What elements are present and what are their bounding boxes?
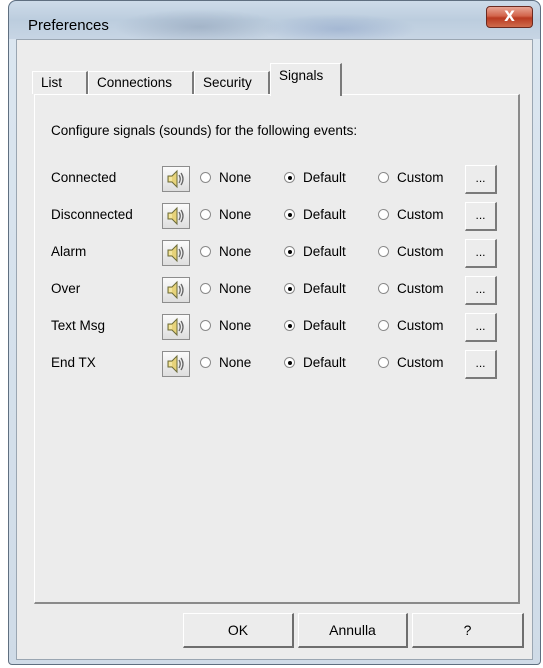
radio-none[interactable]: None — [200, 318, 251, 333]
signal-event-label: Alarm — [51, 244, 87, 259]
radio-button[interactable] — [378, 172, 389, 183]
title-bar[interactable]: Preferences X — [9, 1, 540, 39]
signals-panel: Configure signals (sounds) for the follo… — [34, 94, 520, 604]
radio-custom[interactable]: Custom — [378, 318, 444, 333]
radio-custom[interactable]: Custom — [378, 207, 444, 222]
radio-button[interactable] — [378, 357, 389, 368]
radio-custom-label: Custom — [397, 244, 444, 259]
signal-row: Disconnected None Default Custom... — [35, 201, 515, 231]
radio-default[interactable]: Default — [284, 318, 346, 333]
radio-none-label: None — [219, 244, 252, 259]
radio-custom-label: Custom — [397, 170, 444, 185]
radio-custom-label: Custom — [397, 355, 444, 370]
radio-none-label: None — [219, 281, 252, 296]
radio-default[interactable]: Default — [284, 281, 346, 296]
signal-event-label: Connected — [51, 170, 117, 185]
radio-button[interactable] — [378, 246, 389, 257]
radio-custom[interactable]: Custom — [378, 170, 444, 185]
radio-default-label: Default — [303, 318, 346, 333]
preferences-window: Preferences X List Connections Security … — [8, 0, 541, 665]
radio-button[interactable] — [200, 209, 211, 220]
radio-default[interactable]: Default — [284, 355, 346, 370]
radio-default-label: Default — [303, 207, 346, 222]
tab-security[interactable]: Security — [194, 71, 270, 94]
radio-none-label: None — [219, 355, 252, 370]
ok-button[interactable]: OK — [183, 613, 294, 648]
radio-default[interactable]: Default — [284, 170, 346, 185]
radio-none-label: None — [219, 170, 252, 185]
radio-button[interactable] — [378, 320, 389, 331]
signal-row: Connected None Default Custom... — [35, 164, 515, 194]
signal-event-label: Disconnected — [51, 207, 133, 222]
browse-sound-button[interactable]: ... — [465, 202, 497, 231]
play-sound-button[interactable] — [162, 351, 190, 377]
signal-row: End TX None Default Custom... — [35, 349, 515, 379]
signal-event-label: End TX — [51, 355, 96, 370]
radio-button[interactable] — [200, 283, 211, 294]
window-title: Preferences — [28, 17, 109, 34]
tab-list[interactable]: List — [32, 71, 88, 94]
signal-event-label: Over — [51, 281, 81, 296]
play-sound-button[interactable] — [162, 166, 190, 192]
radio-default-label: Default — [303, 170, 346, 185]
radio-none[interactable]: None — [200, 281, 251, 296]
radio-none-label: None — [219, 207, 252, 222]
tab-signals[interactable]: Signals — [270, 63, 342, 96]
radio-custom[interactable]: Custom — [378, 281, 444, 296]
radio-button[interactable] — [378, 283, 389, 294]
play-sound-button[interactable] — [162, 314, 190, 340]
browse-sound-button[interactable]: ... — [465, 276, 497, 305]
close-button[interactable]: X — [486, 6, 533, 28]
radio-none[interactable]: None — [200, 170, 251, 185]
radio-button[interactable] — [284, 246, 295, 257]
radio-none-label: None — [219, 318, 252, 333]
radio-none[interactable]: None — [200, 207, 251, 222]
radio-default-label: Default — [303, 355, 346, 370]
radio-default-label: Default — [303, 244, 346, 259]
radio-none[interactable]: None — [200, 355, 251, 370]
radio-button[interactable] — [284, 209, 295, 220]
radio-button[interactable] — [284, 357, 295, 368]
radio-default[interactable]: Default — [284, 244, 346, 259]
signals-intro-text: Configure signals (sounds) for the follo… — [51, 123, 358, 138]
dialog-client-area: List Connections Security Signals Config… — [16, 39, 533, 660]
cancel-button[interactable]: Annulla — [298, 613, 408, 648]
help-button[interactable]: ? — [412, 613, 524, 648]
radio-custom[interactable]: Custom — [378, 355, 444, 370]
radio-button[interactable] — [284, 172, 295, 183]
play-sound-button[interactable] — [162, 277, 190, 303]
radio-none[interactable]: None — [200, 244, 251, 259]
radio-custom-label: Custom — [397, 318, 444, 333]
browse-sound-button[interactable]: ... — [465, 350, 497, 379]
radio-button[interactable] — [200, 357, 211, 368]
radio-button[interactable] — [284, 320, 295, 331]
tab-connections[interactable]: Connections — [88, 71, 194, 94]
radio-button[interactable] — [200, 172, 211, 183]
radio-button[interactable] — [284, 283, 295, 294]
radio-button[interactable] — [200, 320, 211, 331]
play-sound-button[interactable] — [162, 240, 190, 266]
radio-custom-label: Custom — [397, 207, 444, 222]
signal-row: Text Msg None Default Custom... — [35, 312, 515, 342]
signal-row: Over None Default Custom... — [35, 275, 515, 305]
radio-button[interactable] — [200, 246, 211, 257]
signal-event-label: Text Msg — [51, 318, 106, 333]
browse-sound-button[interactable]: ... — [465, 165, 497, 194]
radio-custom-label: Custom — [397, 281, 444, 296]
radio-button[interactable] — [378, 209, 389, 220]
radio-default-label: Default — [303, 281, 346, 296]
radio-default[interactable]: Default — [284, 207, 346, 222]
browse-sound-button[interactable]: ... — [465, 239, 497, 268]
browse-sound-button[interactable]: ... — [465, 313, 497, 342]
play-sound-button[interactable] — [162, 203, 190, 229]
signal-row: Alarm None Default Custom... — [35, 238, 515, 268]
radio-custom[interactable]: Custom — [378, 244, 444, 259]
